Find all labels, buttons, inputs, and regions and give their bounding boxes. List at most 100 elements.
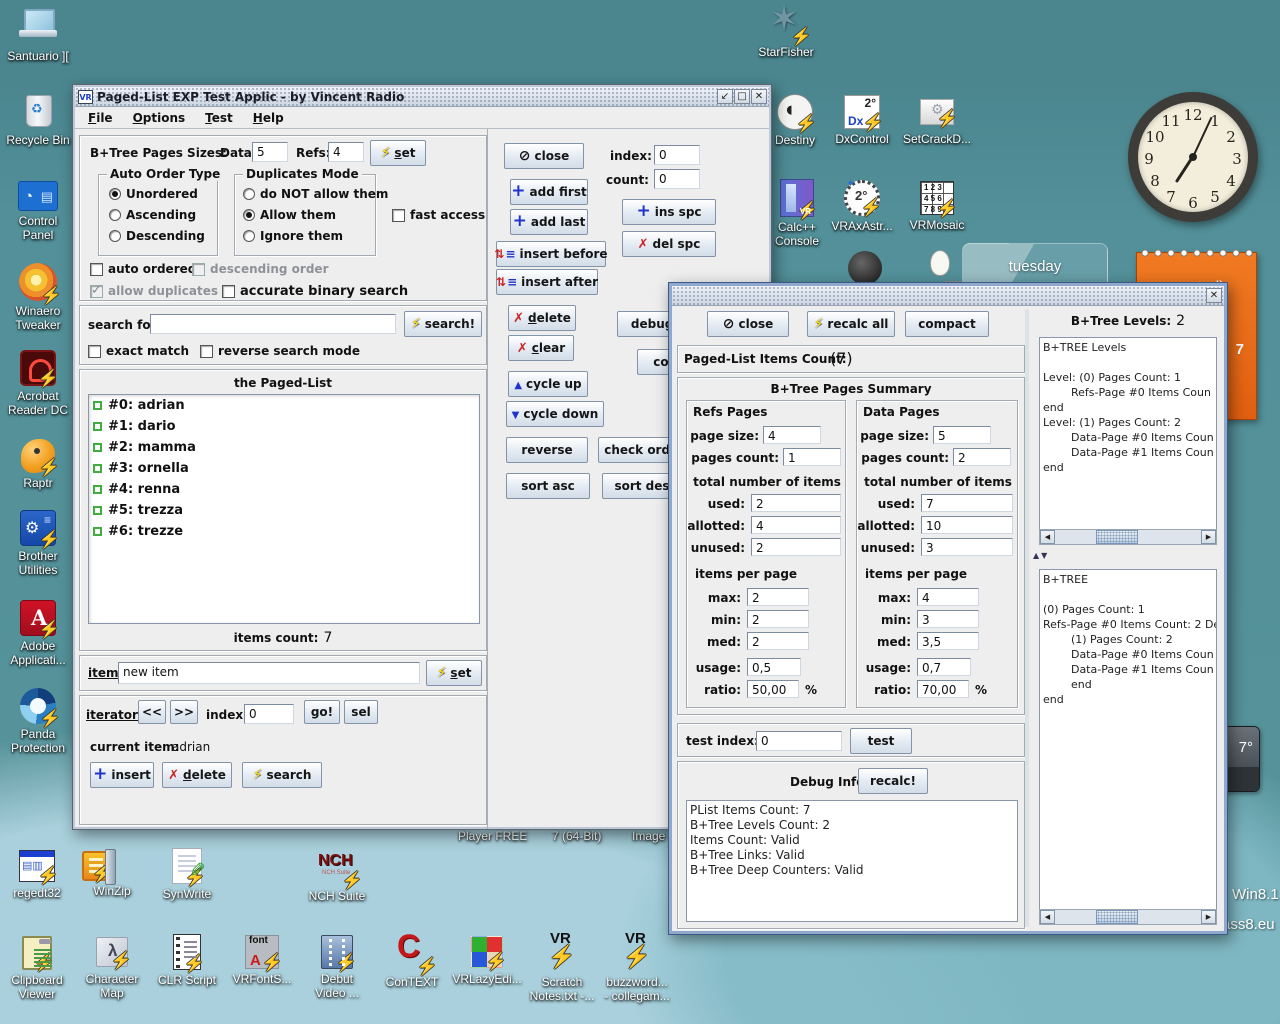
desktop-icon-vrmosaic[interactable]: VRMosaic	[899, 178, 975, 232]
fast-access-checkbox[interactable]	[392, 209, 405, 222]
horizontal-scrollbar[interactable]: ◀ ▶	[1039, 909, 1217, 925]
btree-dump-textarea[interactable]: B+TREE (0) Pages Count: 1 Refs-Page #0 I…	[1039, 569, 1217, 925]
desktop-icon-clr-script[interactable]: CLR Script	[149, 932, 225, 987]
scrollbar-thumb[interactable]	[1096, 910, 1138, 924]
split-divider[interactable]	[1025, 309, 1029, 927]
set-sizes-button[interactable]: set	[370, 140, 426, 166]
data-used-field[interactable]: 7	[921, 494, 1013, 512]
test-button[interactable]: test	[850, 728, 912, 754]
auto-ordered-checkbox[interactable]	[90, 263, 103, 276]
data-pages-count-field[interactable]: 2	[953, 448, 1011, 466]
menu-options[interactable]: Options	[124, 109, 195, 127]
scrollbar-track[interactable]	[1055, 910, 1201, 924]
data-min-field[interactable]: 3	[917, 610, 979, 628]
iterator-next-button[interactable]: >>	[170, 700, 198, 724]
go-button[interactable]: go!	[304, 700, 340, 724]
recalc-button[interactable]: recalc!	[858, 768, 928, 794]
desktop-icon-starfisher[interactable]: StarFisher	[748, 2, 824, 59]
reverse-button[interactable]: reverse	[506, 437, 588, 463]
index-field[interactable]: 0	[654, 145, 700, 165]
data-page-size-field[interactable]: 5	[933, 426, 991, 444]
scrollbar-track[interactable]	[1055, 530, 1201, 544]
refs-max-field[interactable]: 2	[747, 588, 809, 606]
paged-list[interactable]: #0: adrian #1: dario #2: mamma #3: ornel…	[88, 394, 480, 624]
cycle-up-button[interactable]: cycle up	[508, 371, 588, 397]
cycle-down-button[interactable]: cycle down	[506, 401, 604, 427]
data-ratio-field[interactable]: 70,00	[917, 680, 969, 698]
desktop-icon-acrobat[interactable]: Acrobat Reader DC	[0, 348, 76, 417]
exact-match-checkbox[interactable]	[88, 345, 101, 358]
accurate-binary-search-checkbox[interactable]	[222, 285, 235, 298]
desktop-icon-synwrite[interactable]: SynWrite	[149, 846, 225, 901]
desktop-icon-brother[interactable]: Brother Utilities	[0, 508, 76, 577]
del-spc-button[interactable]: del spc	[622, 231, 716, 257]
reverse-search-checkbox[interactable]	[200, 345, 213, 358]
scroll-left-icon[interactable]: ◀	[1040, 910, 1055, 924]
test-index-field[interactable]: 0	[756, 731, 842, 751]
desktop-icon-dxcontrol[interactable]: DxControl	[824, 92, 900, 146]
refs-pages-count-field[interactable]: 1	[783, 448, 841, 466]
desktop-icon-context[interactable]: ConTEXT	[374, 932, 450, 989]
insert-button[interactable]: insert	[90, 762, 154, 788]
compact-button[interactable]: compact	[905, 311, 989, 337]
refs-size-field[interactable]: 4	[328, 142, 364, 162]
desktop-icon-vrlazy[interactable]: VRLazyEdi...	[449, 932, 525, 986]
delete-button[interactable]: delete	[162, 762, 232, 788]
title-bar[interactable]: ✕	[672, 286, 1224, 306]
horizontal-scrollbar[interactable]: ◀ ▶	[1039, 529, 1217, 545]
desktop-icon-winzip[interactable]: WinZip	[74, 846, 150, 898]
data-unused-field[interactable]: 3	[921, 538, 1013, 556]
scroll-right-icon[interactable]: ▶	[1201, 910, 1216, 924]
desktop-icon-nch[interactable]: NCH Suite	[299, 846, 375, 903]
search-item-button[interactable]: search	[242, 762, 322, 788]
descending-order-checkbox[interactable]	[192, 263, 205, 276]
btree-levels-textarea[interactable]: B+TREE Levels Level: (0) Pages Count: 1 …	[1039, 337, 1217, 545]
close-icon[interactable]: ✕	[1206, 288, 1222, 303]
scroll-left-icon[interactable]: ◀	[1040, 530, 1055, 544]
refs-allotted-field[interactable]: 4	[751, 516, 841, 534]
desktop-icon-santuario[interactable]: Santuario ][	[0, 6, 76, 63]
splitter-arrows-icon[interactable]: ▲▼	[1033, 551, 1049, 560]
data-size-field[interactable]: 5	[252, 142, 288, 162]
radio-ascending[interactable]	[109, 209, 121, 221]
desktop-icon-character-map[interactable]: Character Map	[74, 932, 150, 1000]
iterator-index-field[interactable]: 0	[244, 704, 294, 724]
radio-ignore-duplicates[interactable]	[243, 230, 255, 242]
data-max-field[interactable]: 4	[917, 588, 979, 606]
iterator-prev-button[interactable]: <<	[138, 700, 166, 724]
radio-unordered[interactable]	[109, 188, 121, 200]
radio-descending[interactable]	[109, 230, 121, 242]
scrollbar-thumb[interactable]	[1096, 530, 1138, 544]
list-item[interactable]: #1: dario	[89, 416, 479, 437]
clear-button[interactable]: clear	[508, 335, 574, 361]
debug-info-textarea[interactable]: PList Items Count: 7 B+Tree Levels Count…	[686, 800, 1018, 922]
menu-test[interactable]: Test	[196, 109, 242, 127]
refs-unused-field[interactable]: 2	[751, 538, 841, 556]
list-item[interactable]: #6: trezze	[89, 521, 479, 542]
desktop-icon-regedt32[interactable]: regedt32	[0, 846, 75, 900]
close-list-button[interactable]: close	[504, 143, 584, 169]
item-input[interactable]: new item	[118, 662, 420, 684]
refs-ratio-field[interactable]: 50,00	[747, 680, 799, 698]
search-button[interactable]: search!	[404, 311, 482, 337]
data-allotted-field[interactable]: 10	[921, 516, 1013, 534]
set-item-button[interactable]: set	[426, 660, 482, 686]
desktop-icon-panda[interactable]: Panda Protection	[0, 686, 76, 755]
minimize-icon[interactable]: ↙	[717, 89, 733, 104]
desktop-icon-debut[interactable]: Debut Video ...	[299, 932, 375, 1000]
list-item[interactable]: #2: mamma	[89, 437, 479, 458]
menu-help[interactable]: Help	[244, 109, 293, 127]
insert-after-button[interactable]: insert after	[496, 269, 598, 295]
desktop-icon-clipboard-viewer[interactable]: Clipboard Viewer	[0, 932, 75, 1001]
desktop-icon-scratch-notes[interactable]: Scratch Notes.txt -...	[524, 932, 600, 1003]
desktop-icon-winaero[interactable]: Winaero Tweaker	[0, 262, 76, 332]
sort-asc-button[interactable]: sort asc	[506, 473, 590, 499]
recalc-all-button[interactable]: recalc all	[807, 311, 895, 337]
data-usage-field[interactable]: 0,7	[917, 658, 971, 676]
allow-duplicates-checkbox[interactable]	[90, 285, 103, 298]
desktop-icon-setcrack[interactable]: SetCrackD...	[899, 92, 975, 146]
insert-before-button[interactable]: insert before	[496, 241, 606, 267]
ins-spc-button[interactable]: ins spc	[622, 199, 716, 225]
maximize-icon[interactable]: □	[734, 89, 750, 104]
refs-used-field[interactable]: 2	[751, 494, 841, 512]
